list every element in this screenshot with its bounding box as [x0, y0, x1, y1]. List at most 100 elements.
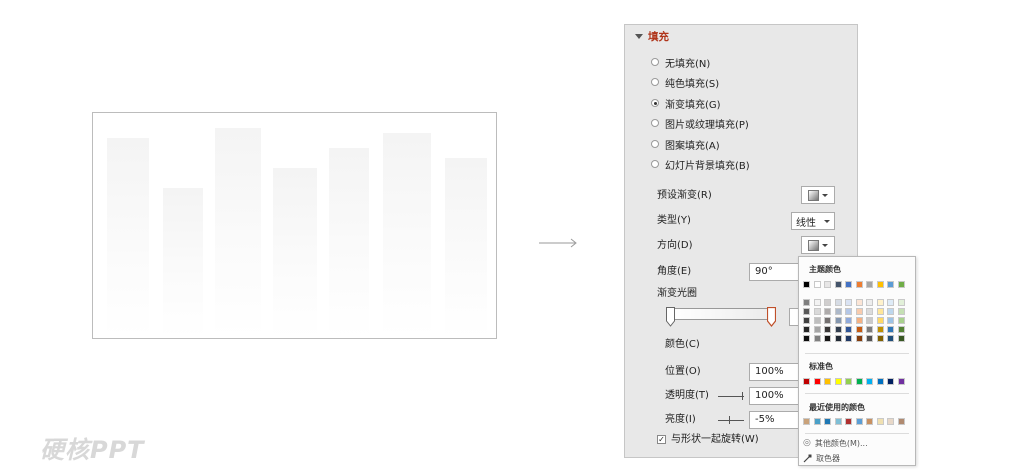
- theme-color-swatch[interactable]: [803, 281, 810, 288]
- theme-color-swatch[interactable]: [813, 281, 821, 288]
- theme-shade-swatch[interactable]: [855, 335, 863, 342]
- theme-shade-swatch[interactable]: [876, 299, 884, 306]
- theme-shade-swatch[interactable]: [866, 299, 873, 306]
- direction-dropdown[interactable]: [801, 236, 835, 254]
- radio-button[interactable]: [651, 58, 659, 66]
- radio-button[interactable]: [651, 78, 659, 86]
- theme-shade-swatch[interactable]: [866, 335, 873, 342]
- theme-color-swatch[interactable]: [897, 281, 905, 288]
- theme-shade-swatch[interactable]: [845, 299, 852, 306]
- theme-shade-swatch[interactable]: [813, 299, 821, 306]
- theme-shade-swatch[interactable]: [803, 326, 810, 333]
- radio-picture-fill[interactable]: 图片或纹理填充(P): [651, 116, 749, 131]
- theme-shade-swatch[interactable]: [897, 317, 905, 324]
- theme-shade-swatch[interactable]: [876, 326, 884, 333]
- theme-shade-swatch[interactable]: [834, 308, 842, 315]
- recent-color-swatch[interactable]: [887, 418, 894, 425]
- theme-shade-swatch[interactable]: [845, 335, 852, 342]
- standard-color-swatch[interactable]: [845, 378, 852, 385]
- theme-shade-swatch[interactable]: [887, 299, 894, 306]
- recent-color-swatch[interactable]: [866, 418, 873, 425]
- theme-shade-swatch[interactable]: [876, 308, 884, 315]
- theme-shade-swatch[interactable]: [876, 317, 884, 324]
- theme-shade-swatch[interactable]: [813, 317, 821, 324]
- radio-slide-background-fill[interactable]: 幻灯片背景填充(B): [651, 157, 750, 172]
- theme-shade-swatch[interactable]: [813, 308, 821, 315]
- radio-solid-fill[interactable]: 纯色填充(S): [651, 75, 719, 90]
- radio-button[interactable]: [651, 140, 659, 148]
- theme-shade-swatch[interactable]: [845, 317, 852, 324]
- theme-color-swatch[interactable]: [866, 281, 873, 288]
- theme-shade-swatch[interactable]: [834, 317, 842, 324]
- recent-color-swatch[interactable]: [824, 418, 831, 425]
- theme-shade-swatch[interactable]: [887, 317, 894, 324]
- standard-color-swatch[interactable]: [855, 378, 863, 385]
- theme-shade-swatch[interactable]: [824, 299, 831, 306]
- theme-shade-swatch[interactable]: [876, 335, 884, 342]
- radio-pattern-fill[interactable]: 图案填充(A): [651, 137, 720, 152]
- theme-shade-swatch[interactable]: [897, 335, 905, 342]
- gradient-stops-bar[interactable]: [671, 308, 771, 320]
- theme-shade-swatch[interactable]: [824, 317, 831, 324]
- theme-shade-swatch[interactable]: [824, 326, 831, 333]
- brightness-slider[interactable]: [718, 420, 744, 421]
- recent-color-swatch[interactable]: [855, 418, 863, 425]
- theme-shade-swatch[interactable]: [897, 326, 905, 333]
- theme-shade-swatch[interactable]: [887, 335, 894, 342]
- radio-gradient-fill[interactable]: 渐变填充(G): [651, 96, 721, 111]
- gradient-stop-handle[interactable]: [666, 307, 675, 327]
- theme-shade-swatch[interactable]: [803, 335, 810, 342]
- theme-shade-swatch[interactable]: [897, 308, 905, 315]
- theme-shade-swatch[interactable]: [803, 317, 810, 324]
- standard-color-swatch[interactable]: [803, 378, 810, 385]
- standard-color-swatch[interactable]: [876, 378, 884, 385]
- theme-shade-swatch[interactable]: [866, 308, 873, 315]
- position-input[interactable]: 100%: [749, 363, 801, 381]
- theme-shade-swatch[interactable]: [813, 326, 821, 333]
- theme-shade-swatch[interactable]: [855, 326, 863, 333]
- theme-shade-swatch[interactable]: [897, 299, 905, 306]
- recent-color-swatch[interactable]: [813, 418, 821, 425]
- eyedropper-item[interactable]: 取色器: [803, 452, 840, 464]
- transparency-slider[interactable]: [718, 396, 744, 397]
- theme-shade-swatch[interactable]: [834, 335, 842, 342]
- type-select[interactable]: 线性: [791, 212, 835, 230]
- standard-color-swatch[interactable]: [834, 378, 842, 385]
- theme-shade-swatch[interactable]: [834, 299, 842, 306]
- theme-shade-swatch[interactable]: [887, 308, 894, 315]
- theme-shade-swatch[interactable]: [824, 335, 831, 342]
- theme-shade-swatch[interactable]: [866, 326, 873, 333]
- theme-color-swatch[interactable]: [845, 281, 852, 288]
- theme-shade-swatch[interactable]: [813, 335, 821, 342]
- theme-color-swatch[interactable]: [876, 281, 884, 288]
- theme-shade-swatch[interactable]: [834, 326, 842, 333]
- angle-input[interactable]: 90°: [749, 263, 801, 281]
- standard-color-swatch[interactable]: [887, 378, 894, 385]
- theme-shade-swatch[interactable]: [855, 299, 863, 306]
- standard-color-swatch[interactable]: [813, 378, 821, 385]
- theme-shade-swatch[interactable]: [887, 326, 894, 333]
- recent-color-swatch[interactable]: [876, 418, 884, 425]
- theme-shade-swatch[interactable]: [845, 308, 852, 315]
- standard-color-swatch[interactable]: [897, 378, 905, 385]
- theme-shade-swatch[interactable]: [803, 308, 810, 315]
- more-colors-item[interactable]: ◎ 其他颜色(M)...: [803, 437, 868, 449]
- preset-gradient-dropdown[interactable]: [801, 186, 835, 204]
- theme-color-swatch[interactable]: [834, 281, 842, 288]
- standard-color-swatch[interactable]: [866, 378, 873, 385]
- radio-button-selected[interactable]: [651, 99, 659, 107]
- theme-shade-swatch[interactable]: [824, 308, 831, 315]
- theme-color-swatch[interactable]: [824, 281, 831, 288]
- theme-color-swatch[interactable]: [887, 281, 894, 288]
- brightness-input[interactable]: -5%: [749, 411, 801, 429]
- transparency-slider-thumb[interactable]: [742, 392, 743, 400]
- recent-color-swatch[interactable]: [834, 418, 842, 425]
- theme-shade-swatch[interactable]: [803, 299, 810, 306]
- theme-shade-swatch[interactable]: [845, 326, 852, 333]
- standard-color-swatch[interactable]: [824, 378, 831, 385]
- radio-no-fill[interactable]: 无填充(N): [651, 55, 710, 70]
- rotate-with-shape-checkbox[interactable]: ✓: [657, 435, 666, 444]
- transparency-input[interactable]: 100%: [749, 387, 801, 405]
- recent-color-swatch[interactable]: [803, 418, 810, 425]
- radio-button[interactable]: [651, 119, 659, 127]
